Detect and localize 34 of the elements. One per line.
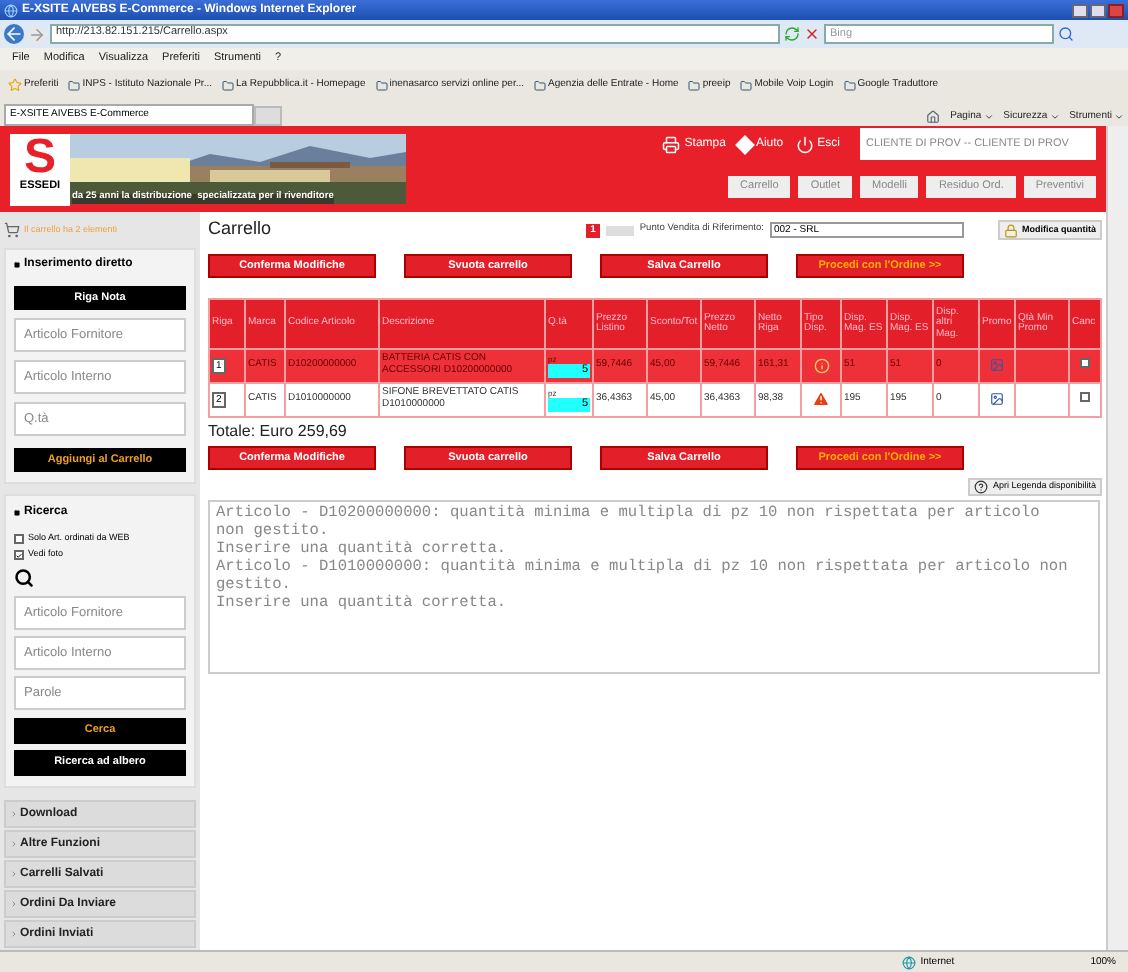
page-title: Carrello bbox=[208, 216, 272, 243]
globe-icon bbox=[902, 955, 917, 969]
browser-icon bbox=[4, 3, 18, 17]
warning-icon bbox=[812, 390, 830, 409]
image-icon[interactable] bbox=[990, 391, 1004, 406]
lock-icon bbox=[1004, 223, 1018, 237]
info-icon bbox=[813, 357, 829, 374]
refresh-button[interactable] bbox=[784, 26, 800, 42]
scrollbar[interactable] bbox=[1106, 126, 1128, 950]
total-text: Totale: Euro 259,69 bbox=[208, 424, 349, 440]
close-button[interactable] bbox=[1108, 3, 1124, 17]
delete-checkbox[interactable] bbox=[1080, 357, 1090, 368]
dropdown-icon bbox=[1114, 112, 1124, 122]
dropdown-icon bbox=[983, 112, 994, 122]
maximize-button[interactable] bbox=[1090, 3, 1106, 17]
minimize-button[interactable] bbox=[1072, 3, 1088, 17]
dropdown-icon bbox=[1049, 112, 1060, 122]
printer-icon bbox=[662, 135, 681, 153]
back-button[interactable] bbox=[4, 24, 24, 44]
cart-icon bbox=[4, 222, 20, 238]
home-icon[interactable] bbox=[926, 110, 941, 124]
search-icon[interactable] bbox=[1058, 26, 1074, 42]
forward-button[interactable] bbox=[28, 25, 46, 43]
question-icon bbox=[974, 480, 989, 494]
stop-button[interactable] bbox=[804, 26, 820, 42]
checkbox[interactable] bbox=[14, 550, 24, 560]
star-icon bbox=[8, 78, 22, 92]
search-icon bbox=[14, 568, 34, 588]
checkbox[interactable] bbox=[14, 534, 24, 544]
bullet-icon bbox=[14, 261, 20, 267]
bullet-icon bbox=[14, 509, 20, 515]
delete-checkbox[interactable] bbox=[1080, 391, 1090, 402]
logo-letter: S bbox=[23, 134, 56, 182]
power-icon bbox=[795, 135, 814, 153]
